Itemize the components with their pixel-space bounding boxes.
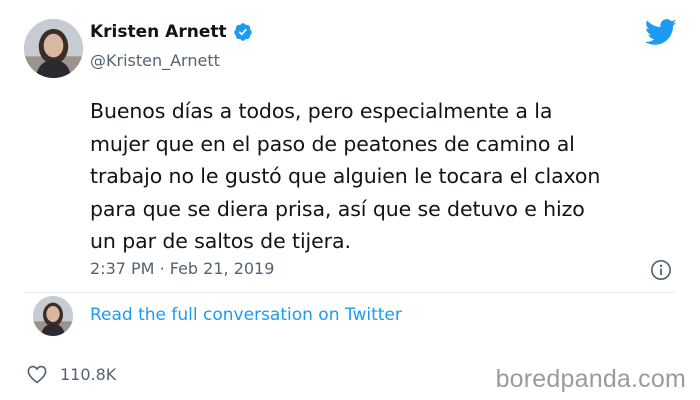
author-handle[interactable]: @Kristen_Arnett (90, 51, 220, 70)
like-button[interactable]: 110.8K (26, 364, 116, 384)
tweet-date: Feb 21, 2019 (169, 259, 275, 278)
conversation-avatar[interactable] (33, 296, 73, 336)
tweet-text: Buenos días a todos, pero especialmente … (90, 95, 690, 258)
tweet-text-line: Buenos días a todos, pero especialmente … (90, 99, 553, 123)
verified-badge-icon (233, 23, 252, 41)
tweet-text-line: mujer que en el paso de peatones de cami… (90, 131, 575, 156)
twitter-bird-icon[interactable] (645, 19, 677, 46)
tweet-time: 2:37 PM (90, 259, 155, 278)
tweet-text-line: para que se diera prisa, así que se detu… (90, 196, 585, 221)
watermark: boredpanda.com (495, 365, 686, 393)
read-conversation-link[interactable]: Read the full conversation on Twitter (90, 305, 402, 325)
tweet-text-line: un par de saltos de tijera. (90, 229, 351, 253)
author-display-name[interactable]: Kristen Arnett (90, 22, 227, 42)
like-count: 110.8K (60, 364, 117, 384)
author-avatar[interactable] (24, 19, 83, 78)
heart-icon (27, 365, 47, 384)
embedded-tweet-card: Kristen Arnett @Kristen_Arnett Buenos dí… (0, 0, 700, 400)
author-name-row: Kristen Arnett (90, 22, 253, 42)
tweet-text-line: trabajo no le gustó que alguien le tocar… (90, 164, 601, 188)
tweet-timestamp[interactable]: 2:37 PM · Feb 21, 2019 (90, 259, 274, 278)
timestamp-separator: · (159, 259, 165, 278)
info-icon[interactable] (650, 259, 672, 281)
divider (24, 292, 676, 293)
